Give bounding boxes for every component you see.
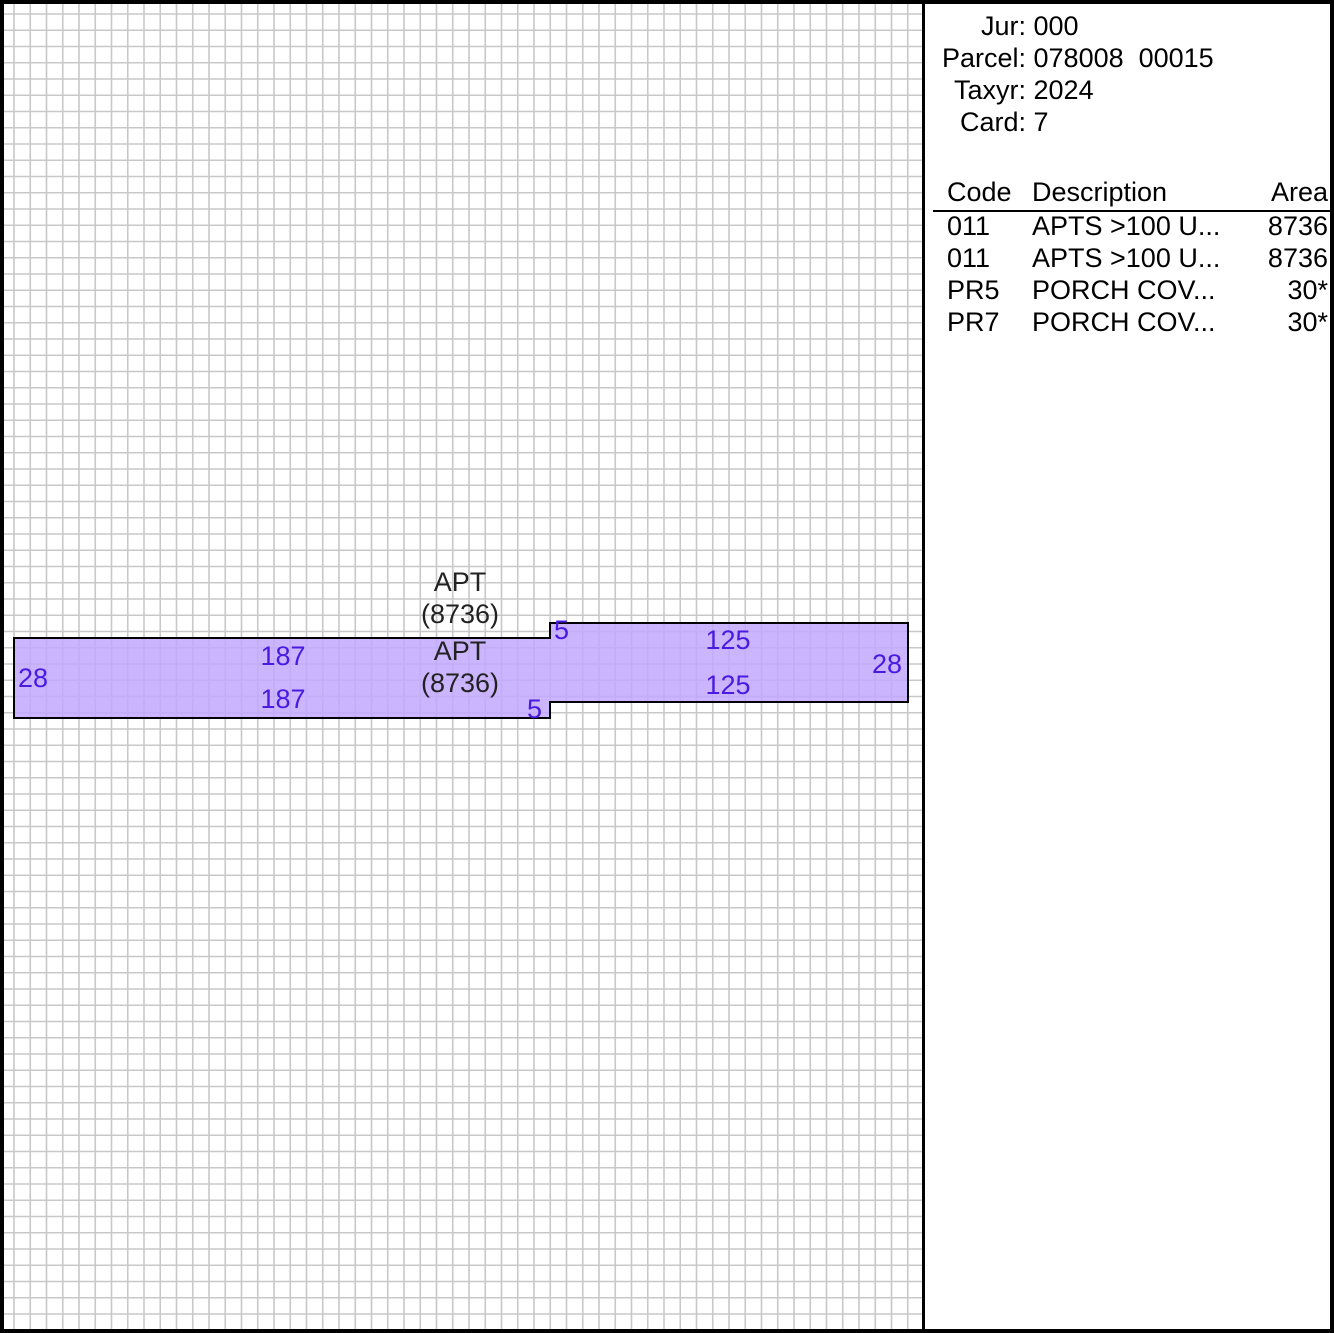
row-description: PORCH COV... — [1032, 275, 1216, 305]
table-row[interactable]: PR5 PORCH COV... 30* — [925, 274, 1330, 306]
dimension-step-top: 5 — [554, 615, 569, 645]
info-panel: Jur: 000 Parcel: 078008 00015 Taxyr: 202… — [925, 4, 1330, 1329]
taxyr-label: Taxyr: — [953, 75, 1026, 105]
label-area-bottom: (8736) — [421, 668, 499, 698]
column-header-code: Code — [947, 177, 1012, 207]
row-code: 011 — [947, 243, 991, 273]
row-area: 30* — [1287, 275, 1328, 305]
row-description: APTS >100 U... — [1032, 211, 1221, 241]
dimension-right-top: 125 — [705, 625, 750, 655]
table-row[interactable]: 011 APTS >100 U... 8736 — [925, 242, 1330, 274]
row-description: APTS >100 U... — [1032, 243, 1221, 273]
taxyr-value: 2024 — [1033, 75, 1094, 105]
dimension-right-bottom: 125 — [705, 670, 750, 700]
row-code: PR7 — [947, 307, 1000, 337]
jur-label: Jur: — [980, 11, 1026, 41]
jur-row: Jur: 000 — [925, 10, 1079, 42]
label-apt-bottom: APT — [434, 636, 487, 666]
jur-value: 000 — [1033, 11, 1079, 41]
row-area: 30* — [1287, 307, 1328, 337]
row-code: PR5 — [947, 275, 1000, 305]
row-area: 8736 — [1267, 211, 1328, 241]
dimension-left-top: 187 — [260, 641, 305, 671]
dimension-left-bottom: 187 — [260, 684, 305, 714]
table-row[interactable]: 011 APTS >100 U... 8736 — [925, 210, 1330, 242]
row-area: 8736 — [1267, 243, 1328, 273]
column-header-area: Area — [1270, 177, 1328, 207]
dimension-step-bottom: 5 — [527, 694, 542, 724]
label-area-top: (8736) — [421, 599, 499, 629]
card-label: Card: — [959, 107, 1026, 137]
column-header-description: Description — [1032, 177, 1168, 207]
row-code: 011 — [947, 211, 991, 241]
table-header: Code Description Area — [925, 175, 1330, 209]
label-apt-top: APT — [434, 567, 487, 597]
card-value: 7 — [1033, 107, 1049, 137]
parcel-value: 078008 00015 — [1033, 43, 1214, 73]
row-description: PORCH COV... — [1032, 307, 1216, 337]
parcel-label: Parcel: — [941, 43, 1026, 73]
sketch-canvas[interactable]: APT (8736) APT (8736) 28 187 187 5 5 125… — [4, 4, 922, 1329]
sketch-svg: APT (8736) APT (8736) 28 187 187 5 5 125… — [4, 4, 922, 1329]
dimension-right-side: 28 — [872, 649, 902, 679]
parcel-row: Parcel: 078008 00015 — [925, 42, 1214, 74]
dimension-left-side: 28 — [18, 663, 48, 693]
card-row: Card: 7 — [925, 106, 1049, 138]
taxyr-row: Taxyr: 2024 — [925, 74, 1094, 106]
table-row[interactable]: PR7 PORCH COV... 30* — [925, 306, 1330, 338]
